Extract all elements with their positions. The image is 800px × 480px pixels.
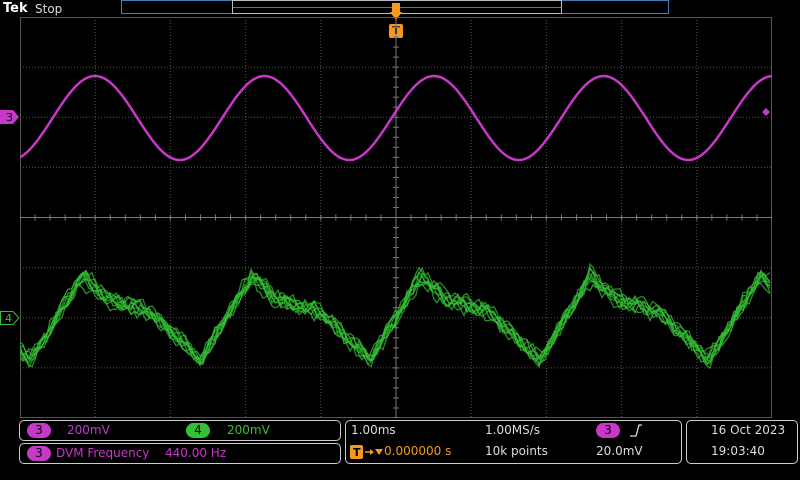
acquisition-status: Stop	[35, 2, 63, 16]
sample-rate: 1.00MS/s	[485, 423, 540, 437]
ch4-waveform	[20, 262, 771, 370]
trigger-delay: 0.000000 s	[384, 444, 452, 458]
svg-text:4: 4	[5, 312, 12, 325]
graticule-grid	[20, 17, 772, 418]
ch3-scale: 200mV	[67, 423, 110, 437]
trigger-level: 20.0mV	[596, 444, 643, 458]
ch3-badge[interactable]: 3	[27, 423, 51, 438]
dvm-channel-badge: 3	[27, 446, 51, 461]
ch4-scale: 200mV	[227, 423, 270, 437]
ch4-badge[interactable]: 4	[186, 423, 210, 438]
svg-text:3: 3	[6, 111, 13, 124]
ch4-trace-sweep	[20, 272, 771, 368]
svg-text:T: T	[353, 446, 361, 459]
dvm-measurement-value: 440.00 Hz	[165, 446, 227, 460]
ch4-ground-marker[interactable]: 4	[0, 311, 20, 325]
tek-logo: Tek	[3, 1, 28, 16]
ch3-ground-marker[interactable]: 3	[0, 110, 20, 124]
dvm-measurement-panel[interactable]: 3 DVM Frequency 440.00 Hz	[19, 443, 341, 464]
record-length: 10k points	[485, 444, 548, 458]
trigger-level-marker[interactable]	[760, 106, 772, 118]
waveform-graticule[interactable]	[20, 17, 772, 418]
dvm-measurement-name: DVM Frequency	[56, 446, 150, 460]
channel-settings-panel[interactable]: 3 200mV 4 200mV	[19, 420, 341, 441]
time-display: 19:03:40	[711, 444, 765, 458]
trigger-delay-icon: T	[350, 445, 383, 459]
datetime-panel: 16 Oct 2023 19:03:40	[686, 420, 798, 464]
date-display: 16 Oct 2023	[711, 423, 786, 437]
horizontal-scale: 1.00ms	[351, 423, 396, 437]
ch4-trace-sweep	[20, 274, 771, 365]
trigger-source-badge[interactable]: 3	[596, 423, 620, 438]
rising-edge-icon	[630, 424, 642, 437]
timebase-trigger-panel[interactable]: 1.00ms 1.00MS/s 3 T 0.000000 s 10k point…	[345, 420, 682, 464]
